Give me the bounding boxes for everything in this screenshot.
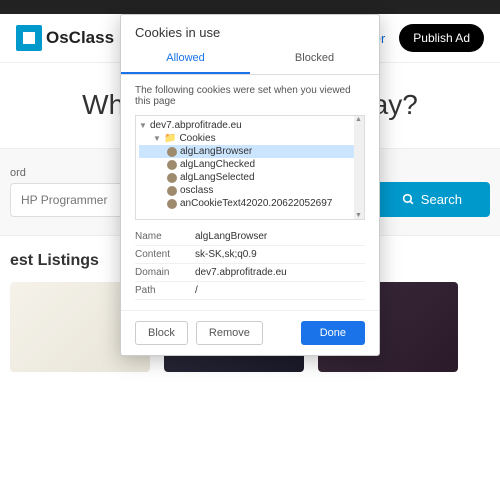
browser-chrome: [0, 0, 500, 14]
publish-button[interactable]: Publish Ad: [399, 24, 484, 52]
cookie-tree[interactable]: ▼dev7.abprofitrade.eu ▼📁Cookies algLangB…: [135, 115, 365, 220]
logo-icon: [16, 25, 42, 51]
remove-button[interactable]: Remove: [196, 321, 263, 345]
modal-desc: The following cookies were set when you …: [135, 85, 365, 107]
cookies-modal: Cookies in use Allowed Blocked The follo…: [120, 14, 380, 356]
cookie-icon: [167, 160, 177, 170]
search-icon: [402, 193, 415, 206]
cookie-icon: [167, 186, 177, 196]
logo[interactable]: OsClass: [16, 25, 114, 51]
cookie-item[interactable]: algLangChecked: [180, 159, 255, 170]
cookie-details: NamealgLangBrowser Contentsk-SK,sk;q0.9 …: [135, 228, 365, 300]
tab-blocked[interactable]: Blocked: [250, 44, 379, 74]
cookie-icon: [167, 147, 177, 157]
modal-title: Cookies in use: [121, 15, 379, 44]
logo-text: OsClass: [46, 28, 114, 48]
cookie-icon: [167, 173, 177, 183]
tab-allowed[interactable]: Allowed: [121, 44, 250, 74]
cookie-item[interactable]: algLangSelected: [180, 172, 255, 183]
cookie-item[interactable]: algLangBrowser: [180, 146, 252, 157]
block-button[interactable]: Block: [135, 321, 188, 345]
tree-scrollbar[interactable]: [354, 116, 364, 219]
search-button[interactable]: Search: [374, 182, 490, 217]
modal-tabs: Allowed Blocked: [121, 44, 379, 75]
tree-domain[interactable]: dev7.abprofitrade.eu: [150, 120, 242, 131]
cookie-icon: [167, 199, 177, 209]
modal-footer: Block Remove Done: [121, 310, 379, 355]
folder-icon: 📁: [164, 133, 176, 144]
done-button[interactable]: Done: [301, 321, 365, 345]
cookie-item[interactable]: anCookieText42020.20622052697: [180, 198, 332, 209]
cookie-item[interactable]: osclass: [180, 185, 213, 196]
